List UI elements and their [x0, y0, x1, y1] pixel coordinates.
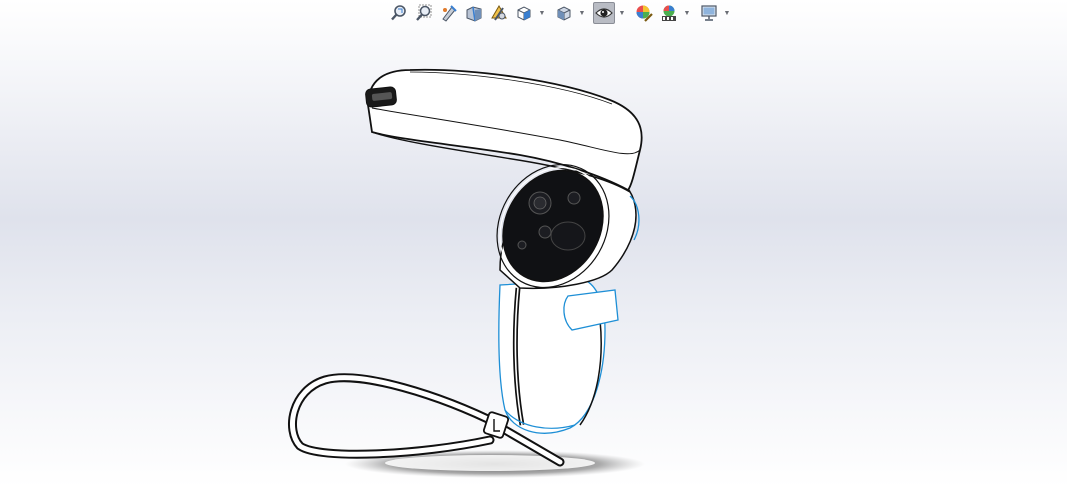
tracking-ring	[365, 68, 643, 193]
controller-handle	[498, 279, 619, 434]
vr-controller-model[interactable]	[0, 0, 1067, 487]
graphics-viewport[interactable]: ▼ ▼ ▼ ▼ ▼	[0, 0, 1067, 487]
